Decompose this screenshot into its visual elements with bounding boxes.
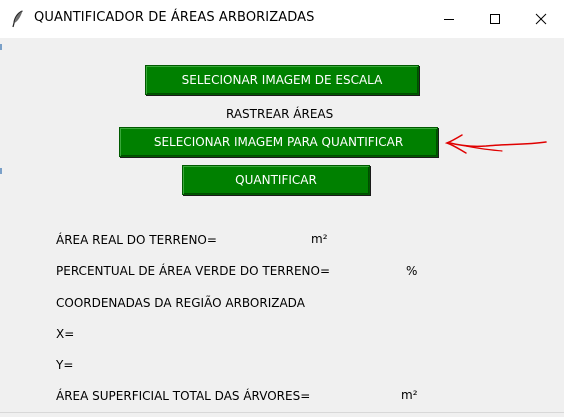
minimize-button[interactable] [426, 0, 472, 38]
window-edge-mark [0, 168, 2, 174]
y-coordinate-label: Y= [56, 358, 74, 372]
green-percent-unit: % [406, 264, 418, 278]
window-title: QUANTIFICADOR DE ÁREAS ARBORIZADAS [34, 10, 315, 25]
quantify-button[interactable]: QUANTIFICAR [182, 165, 370, 195]
tree-area-unit: m² [401, 388, 418, 402]
feather-icon [10, 10, 26, 28]
maximize-icon [490, 14, 500, 24]
select-image-to-quantify-button[interactable]: SELECIONAR IMAGEM PARA QUANTIFICAR [119, 127, 438, 157]
maximize-button[interactable] [472, 0, 518, 38]
coordinates-label: COORDENADAS DA REGIÃO ARBORIZADA [56, 296, 305, 310]
real-area-label: ÁREA REAL DO TERRENO= [56, 233, 217, 247]
minimize-icon [444, 19, 454, 20]
track-areas-label: RASTREAR ÁREAS [226, 107, 334, 121]
title-bar: QUANTIFICADOR DE ÁREAS ARBORIZADAS [0, 0, 564, 38]
window-edge-mark [0, 44, 2, 50]
x-coordinate-label: X= [56, 327, 75, 341]
close-button[interactable] [518, 0, 564, 38]
window-bottom-border [0, 412, 564, 413]
select-scale-image-button[interactable]: SELECIONAR IMAGEM DE ESCALA [145, 65, 419, 95]
real-area-unit: m² [311, 232, 328, 246]
green-percent-label: PERCENTUAL DE ÁREA VERDE DO TERRENO= [56, 264, 331, 278]
red-arrow-annotation [444, 134, 547, 154]
close-icon [535, 13, 547, 25]
tree-area-label: ÁREA SUPERFICIAL TOTAL DAS ÁRVORES= [56, 389, 311, 403]
